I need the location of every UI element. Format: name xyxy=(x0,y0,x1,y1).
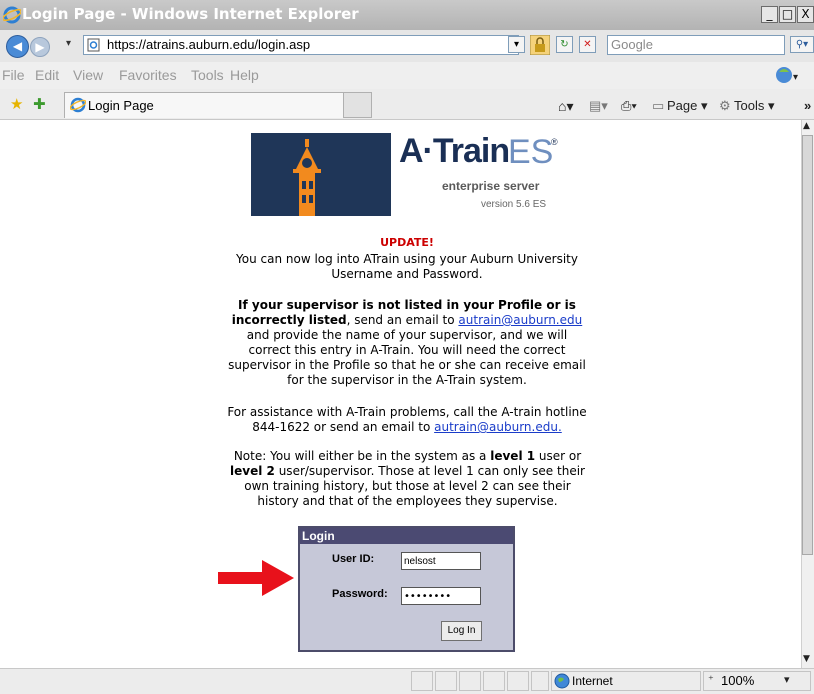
feeds-icon[interactable]: ▤▾ xyxy=(589,98,608,114)
logo-brand-es: ES xyxy=(508,133,554,171)
update-heading: UPDATE! xyxy=(380,236,434,249)
menu-tools[interactable]: Tools xyxy=(191,67,224,83)
ie-logo-icon xyxy=(3,6,21,24)
zoom-dropdown-icon[interactable]: ▾ xyxy=(784,673,790,686)
status-panel xyxy=(411,671,433,691)
maximize-button[interactable]: □ xyxy=(779,6,796,23)
status-panel xyxy=(483,671,505,691)
note-paragraph: Note: You will either be in the system a… xyxy=(225,449,590,509)
supervisor-text-2: and provide the name of your supervisor,… xyxy=(228,328,586,387)
tools-menu[interactable]: Tools ▾ xyxy=(734,98,775,114)
annotation-arrow-icon xyxy=(218,560,294,596)
menu-view[interactable]: View xyxy=(73,67,103,83)
assistance-email-link[interactable]: autrain@auburn.edu. xyxy=(434,420,562,434)
supervisor-paragraph: If your supervisor is not listed in your… xyxy=(227,298,587,388)
logo-subtitle: enterprise server xyxy=(442,179,540,193)
menu-file[interactable]: File xyxy=(2,67,25,83)
windows-live-icon[interactable]: ▾ xyxy=(775,64,799,86)
scroll-up-icon[interactable]: ▲ xyxy=(803,121,810,131)
status-panel xyxy=(531,671,549,691)
menu-edit[interactable]: Edit xyxy=(35,67,59,83)
page-menu[interactable]: Page ▾ xyxy=(667,98,708,114)
stop-icon[interactable]: ✕ xyxy=(579,36,596,53)
zone-label: Internet xyxy=(572,674,613,688)
recent-pages-dropdown-icon[interactable]: ▾ xyxy=(66,38,71,49)
logo-brand-atrain: A·Train xyxy=(399,132,510,170)
zoom-level[interactable]: 100% xyxy=(721,673,754,688)
note-text-3: user/supervisor. Those at level 1 can on… xyxy=(244,464,585,508)
svg-text:▾: ▾ xyxy=(793,72,798,83)
scrollbar-thumb[interactable] xyxy=(802,135,813,555)
user-id-label: User ID: xyxy=(332,553,375,565)
forward-button[interactable]: ▶ xyxy=(30,37,50,57)
page-menu-icon: ▭ xyxy=(652,98,665,113)
assistance-paragraph: For assistance with A-Train problems, ca… xyxy=(227,405,587,435)
close-window-button[interactable]: X xyxy=(797,6,814,23)
menu-favorites[interactable]: Favorites xyxy=(119,67,177,83)
window-title: Login Page - Windows Internet Explorer xyxy=(22,5,359,23)
minimize-button[interactable]: _ xyxy=(761,6,778,23)
status-panel xyxy=(459,671,481,691)
address-dropdown-button[interactable]: ▾ xyxy=(508,36,525,53)
zoom-panel[interactable] xyxy=(703,671,811,691)
internet-globe-icon xyxy=(554,673,570,689)
new-tab-button[interactable] xyxy=(343,92,372,118)
home-icon[interactable]: ⌂▾ xyxy=(558,98,573,115)
supervisor-email-link[interactable]: autrain@auburn.edu xyxy=(458,313,582,327)
login-title: Login xyxy=(302,529,335,543)
zoom-icon: ⁺ xyxy=(708,673,714,686)
logo-registered-mark: ® xyxy=(551,137,558,147)
password-field[interactable] xyxy=(401,587,481,605)
update-text: You can now log into ATrain using your A… xyxy=(236,252,578,281)
user-id-field[interactable] xyxy=(401,552,481,570)
tab-label: Login Page xyxy=(88,98,154,113)
note-text-2: user or xyxy=(535,449,582,463)
page-icon xyxy=(87,38,100,52)
status-panel xyxy=(507,671,529,691)
tab-ie-icon xyxy=(70,97,86,113)
password-label: Password: xyxy=(332,588,388,600)
note-text-1: Note: You will either be in the system a… xyxy=(233,449,491,463)
note-level1: level 1 xyxy=(490,449,536,463)
logo-version: version 5.6 ES xyxy=(481,199,547,210)
auburn-tower-logo xyxy=(251,133,391,216)
note-level2: level 2 xyxy=(230,464,275,478)
status-panel xyxy=(435,671,457,691)
scroll-down-icon[interactable]: ▼ xyxy=(803,654,810,664)
login-button[interactable]: Log In xyxy=(441,621,482,641)
search-icon[interactable]: ⚲▾ xyxy=(790,36,814,53)
security-lock-icon[interactable] xyxy=(530,35,550,55)
refresh-icon[interactable]: ↻ xyxy=(556,36,573,53)
back-button[interactable]: ◀ xyxy=(6,35,29,58)
menu-help[interactable]: Help xyxy=(230,67,259,83)
chevron-more-icon[interactable]: » xyxy=(804,98,811,113)
add-favorites-icon[interactable]: ✚ xyxy=(33,95,46,113)
address-url: https://atrains.auburn.edu/login.asp xyxy=(107,37,311,52)
search-placeholder: Google xyxy=(611,37,653,52)
print-icon[interactable]: ⎙▾ xyxy=(621,98,637,114)
supervisor-text-1: , send an email to xyxy=(346,313,459,327)
tower-icon xyxy=(251,133,391,216)
tools-gear-icon: ⚙ xyxy=(719,98,731,113)
favorites-star-icon[interactable]: ★ xyxy=(10,95,23,113)
